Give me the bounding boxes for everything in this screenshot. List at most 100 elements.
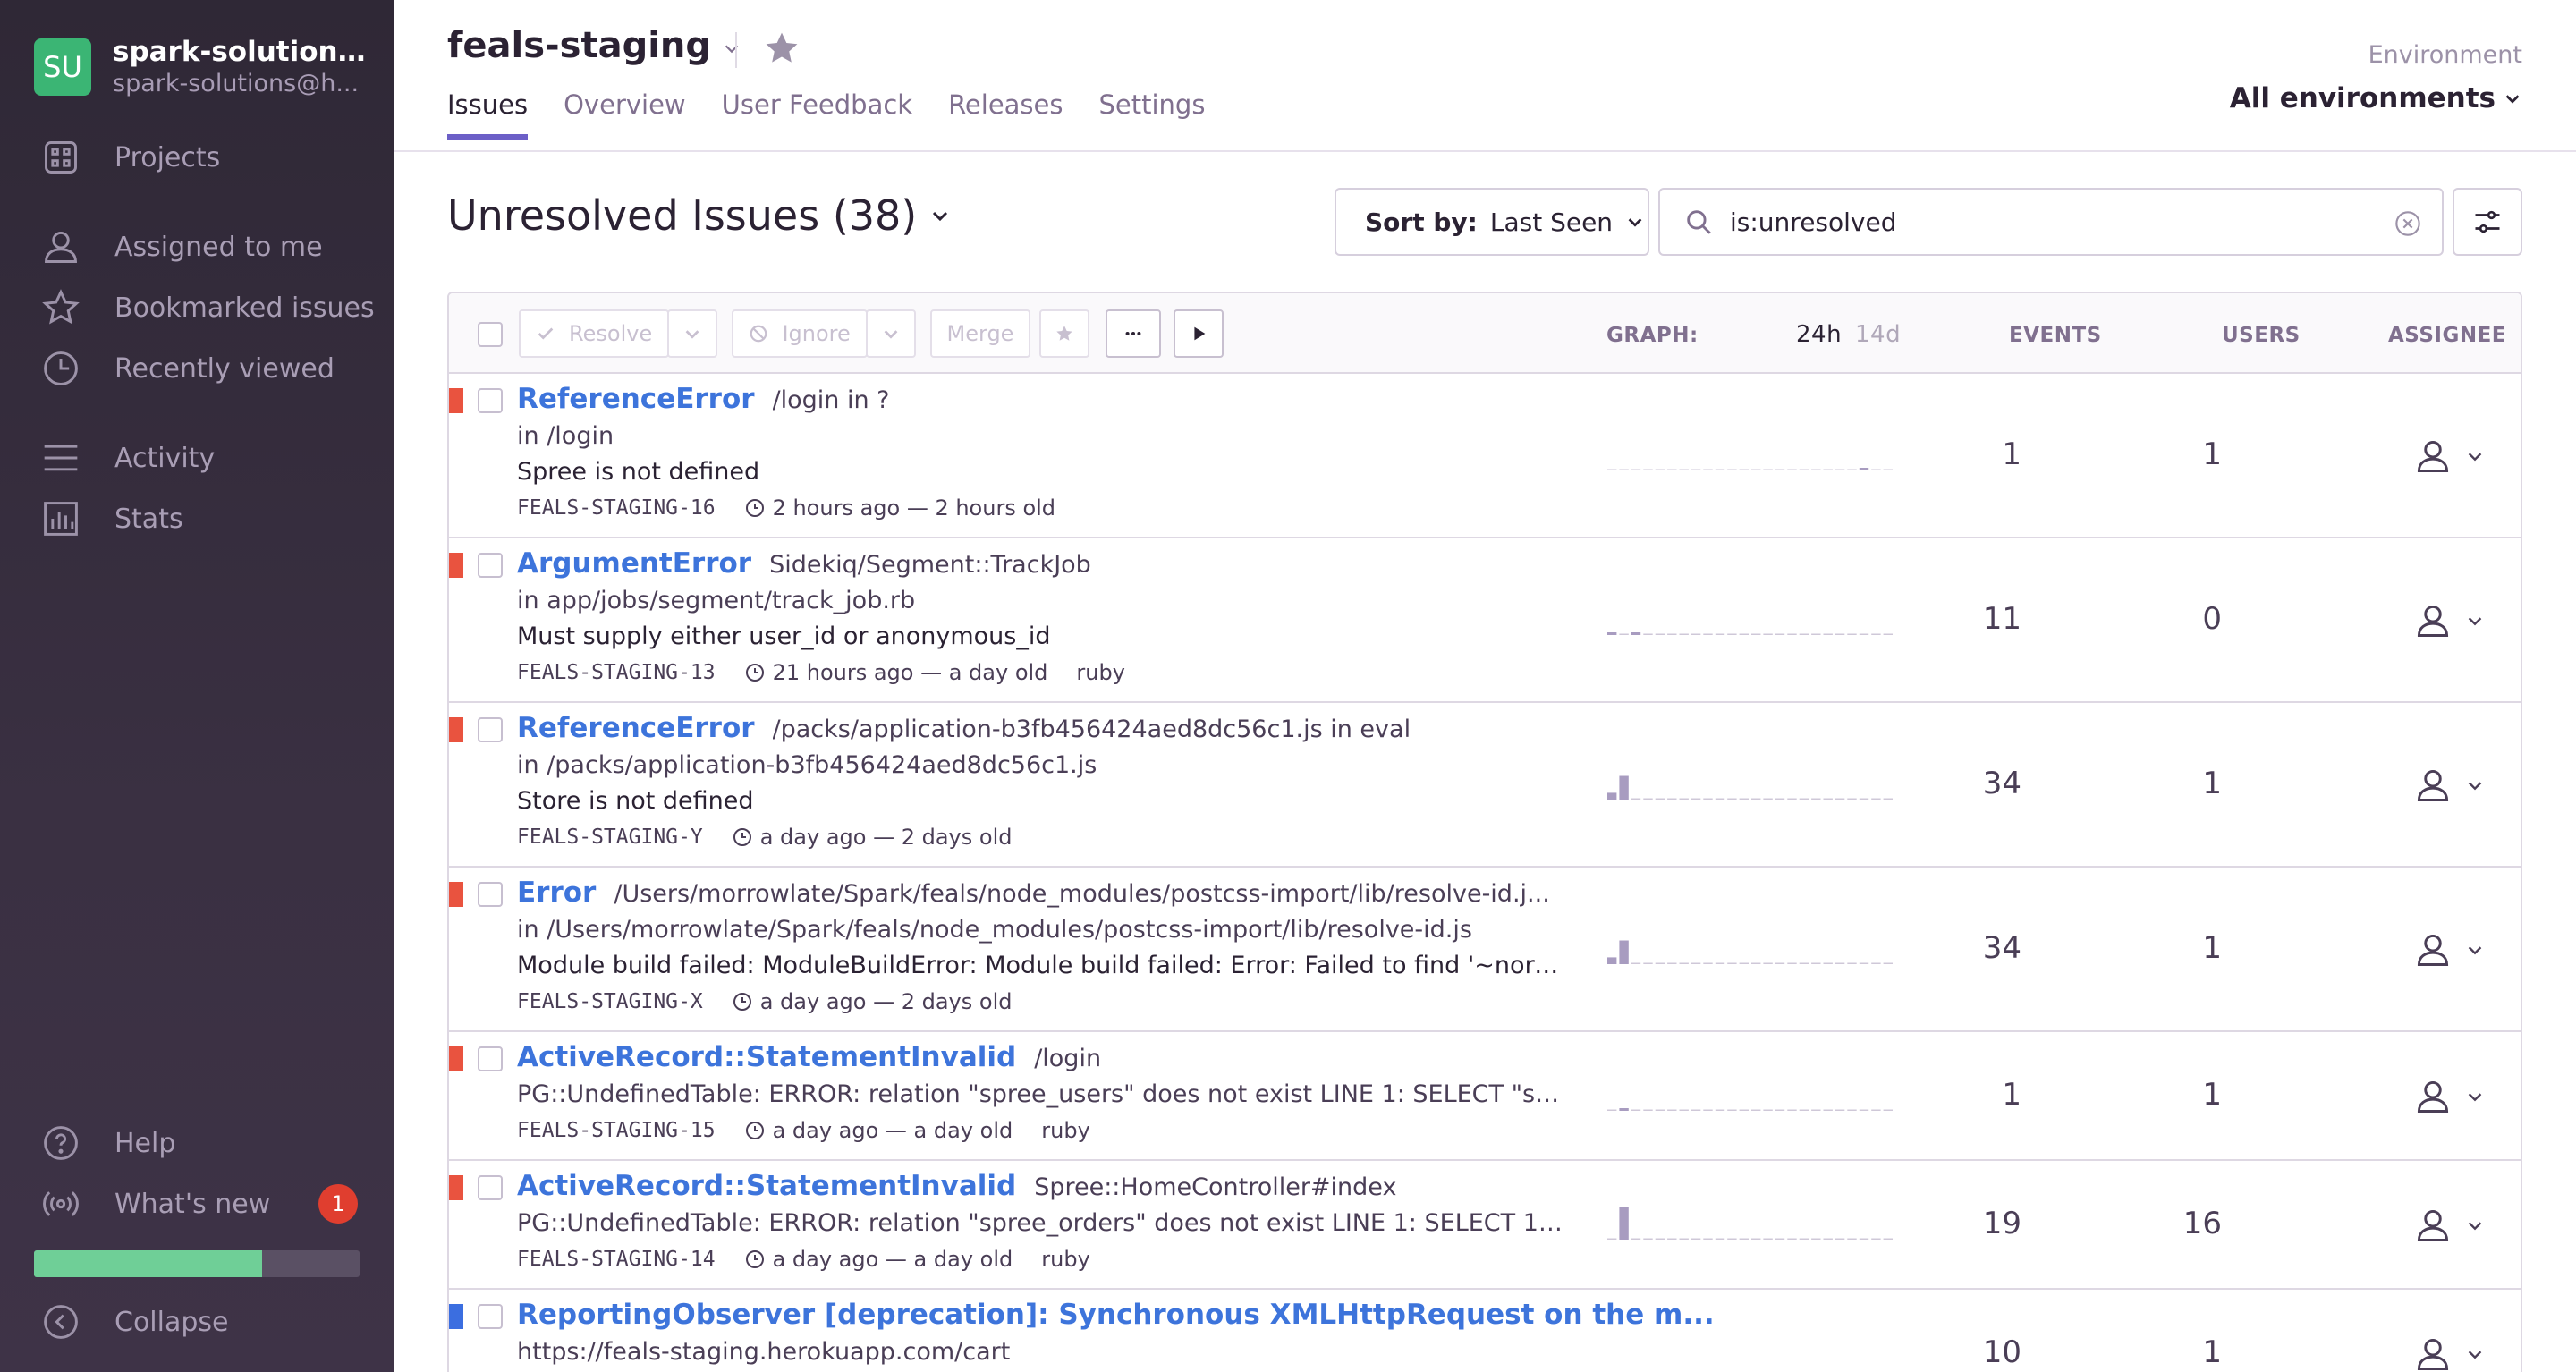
bookmark-button[interactable] xyxy=(1039,309,1089,358)
issue-type-link[interactable]: ActiveRecord::StatementInvalid xyxy=(517,1170,1016,1202)
assignee-selector[interactable] xyxy=(2413,599,2494,642)
tab-overview[interactable]: Overview xyxy=(564,89,686,140)
org-switcher[interactable]: SU spark-solutions ... spark-solutions@h… xyxy=(34,36,381,97)
assignee-selector[interactable] xyxy=(2413,1204,2494,1247)
issue-short-id[interactable]: FEALS-STAGING-16 xyxy=(517,496,716,520)
sidebar-item-projects[interactable]: Projects xyxy=(41,138,220,177)
assignee-selector[interactable] xyxy=(2413,764,2494,807)
sparkline-bar xyxy=(1775,798,1785,800)
issue-location: in /login xyxy=(517,422,614,450)
sidebar-collapse[interactable]: Collapse xyxy=(41,1302,229,1342)
clock-icon xyxy=(733,993,751,1011)
sparkline-bar xyxy=(1787,1238,1797,1240)
sort-dropdown[interactable]: Sort by: Last Seen xyxy=(1335,188,1649,256)
sparkline-bar xyxy=(1859,798,1869,800)
search-input[interactable]: is:unresolved xyxy=(1658,188,2444,256)
issue-checkbox[interactable] xyxy=(478,553,503,578)
issue-location: https://feals-staging.herokuapp.com/cart xyxy=(517,1338,1011,1366)
more-actions-button[interactable] xyxy=(1106,309,1161,358)
issue-type-link[interactable]: ReferenceError xyxy=(517,712,755,744)
sparkline-bar xyxy=(1751,1109,1761,1111)
issue-row[interactable]: ReferenceError/login in ? in /login Spree … xyxy=(449,374,2521,538)
issue-short-id[interactable]: FEALS-STAGING-X xyxy=(517,990,703,1013)
issue-checkbox[interactable] xyxy=(478,1304,503,1329)
sparkline-bar xyxy=(1763,1109,1773,1111)
sparkline-bar xyxy=(1619,633,1629,635)
org-name: spark-solutions ... xyxy=(113,36,381,68)
environment-selector[interactable]: All environments xyxy=(2230,82,2522,114)
issue-row[interactable]: ReferenceError/packs/application-b3fb456… xyxy=(449,703,2521,868)
issue-row[interactable]: Error/Users/morrowlate/Spark/feals/node_… xyxy=(449,868,2521,1032)
sparkline-bar xyxy=(1871,1109,1881,1111)
project-selector[interactable]: feals-staging xyxy=(447,25,741,66)
graph-range-14d[interactable]: 14d xyxy=(1855,321,1901,348)
issue-short-id[interactable]: FEALS-STAGING-15 xyxy=(517,1119,716,1142)
sidebar-item-help[interactable]: Help xyxy=(41,1123,175,1163)
sparkline-bar xyxy=(1607,957,1617,964)
sparkline-bar xyxy=(1690,469,1701,470)
ignore-dropdown[interactable] xyxy=(866,309,916,358)
sidebar-item-label: Recently viewed xyxy=(114,352,335,385)
clear-search-icon[interactable] xyxy=(2394,209,2422,238)
issue-checkbox[interactable] xyxy=(478,388,503,413)
issue-short-id[interactable]: FEALS-STAGING-13 xyxy=(517,661,716,684)
saved-search-button[interactable] xyxy=(2453,188,2522,256)
activity-icon xyxy=(44,445,78,471)
sparkline-bar xyxy=(1703,469,1713,470)
bookmark-star-icon[interactable] xyxy=(762,29,801,68)
tab-releases[interactable]: Releases xyxy=(948,89,1063,140)
tab-settings[interactable]: Settings xyxy=(1099,89,1206,140)
issue-location: PG::UndefinedTable: ERROR: relation "spr… xyxy=(517,1080,1563,1108)
resolve-button[interactable]: Resolve xyxy=(519,309,669,358)
issue-row[interactable]: ActiveRecord::StatementInvalid Spree::Hom… xyxy=(449,1161,2521,1290)
issue-checkbox[interactable] xyxy=(478,1175,503,1200)
sidebar-item-stats[interactable]: Stats xyxy=(41,499,183,538)
issue-row[interactable]: ReportingObserver [deprecation]: Synchro… xyxy=(449,1290,2521,1372)
issue-checkbox[interactable] xyxy=(478,1046,503,1071)
issue-type-link[interactable]: Error xyxy=(517,877,596,909)
issue-type-link[interactable]: ReportingObserver [deprecation]: Synchro… xyxy=(517,1299,1715,1331)
sparkline-bar xyxy=(1859,633,1869,635)
sidebar-item-bookmarked[interactable]: Bookmarked issues xyxy=(41,288,375,327)
assignee-selector[interactable] xyxy=(2413,1333,2494,1372)
onboarding-progress[interactable] xyxy=(34,1250,360,1277)
sidebar-item-recent[interactable]: Recently viewed xyxy=(41,349,335,388)
assignee-selector[interactable] xyxy=(2413,928,2494,971)
issue-checkbox[interactable] xyxy=(478,882,503,907)
issue-users-count: 1 xyxy=(2202,1077,2222,1113)
chevron-down-icon xyxy=(2468,782,2482,791)
issue-short-id[interactable]: FEALS-STAGING-Y xyxy=(517,826,703,849)
issue-location: in app/jobs/segment/track_job.rb xyxy=(517,587,916,614)
issue-culprit: Spree::HomeController#index xyxy=(1034,1173,1397,1201)
select-all-checkbox[interactable] xyxy=(478,322,503,347)
assignee-selector[interactable] xyxy=(2413,1075,2494,1118)
issue-type-link[interactable]: ReferenceError xyxy=(517,383,755,415)
realtime-play-button[interactable] xyxy=(1174,309,1224,358)
issue-checkbox[interactable] xyxy=(478,717,503,742)
graph-range-24h[interactable]: 24h xyxy=(1796,321,1842,348)
issue-row[interactable]: ActiveRecord::StatementInvalid/login PG::… xyxy=(449,1032,2521,1161)
assignee-selector[interactable] xyxy=(2413,435,2494,478)
issue-meta: FEALS-STAGING-Y a day ago — 2 days old xyxy=(517,825,1012,850)
resolve-dropdown[interactable] xyxy=(667,309,717,358)
tab-user-feedback[interactable]: User Feedback xyxy=(722,89,912,140)
user-icon xyxy=(2417,934,2449,966)
sparkline-bar xyxy=(1859,1109,1869,1111)
issue-type-link[interactable]: ActiveRecord::StatementInvalid xyxy=(517,1041,1016,1073)
sidebar-item-assigned[interactable]: Assigned to me xyxy=(41,227,323,267)
merge-button[interactable]: Merge xyxy=(930,309,1030,358)
clock-icon xyxy=(44,351,78,385)
issue-row[interactable]: ArgumentError Sidekiq/Segment::TrackJob in… xyxy=(449,538,2521,703)
sparkline-bar xyxy=(1690,798,1701,800)
ignore-button[interactable]: Ignore xyxy=(732,309,868,358)
tab-issues[interactable]: Issues xyxy=(447,89,529,140)
sparkline-bar xyxy=(1739,469,1749,470)
issue-type-link[interactable]: ArgumentError xyxy=(517,547,751,580)
sidebar-item-activity[interactable]: Activity xyxy=(41,438,215,478)
issues-title[interactable]: Unresolved Issues (38) xyxy=(447,191,951,240)
play-icon xyxy=(1194,326,1206,341)
issue-short-id[interactable]: FEALS-STAGING-14 xyxy=(517,1248,716,1271)
sidebar-item-whats-new[interactable]: What's new xyxy=(41,1184,270,1224)
sparkline-bar xyxy=(1607,632,1617,635)
sparkline-bar xyxy=(1787,798,1797,800)
